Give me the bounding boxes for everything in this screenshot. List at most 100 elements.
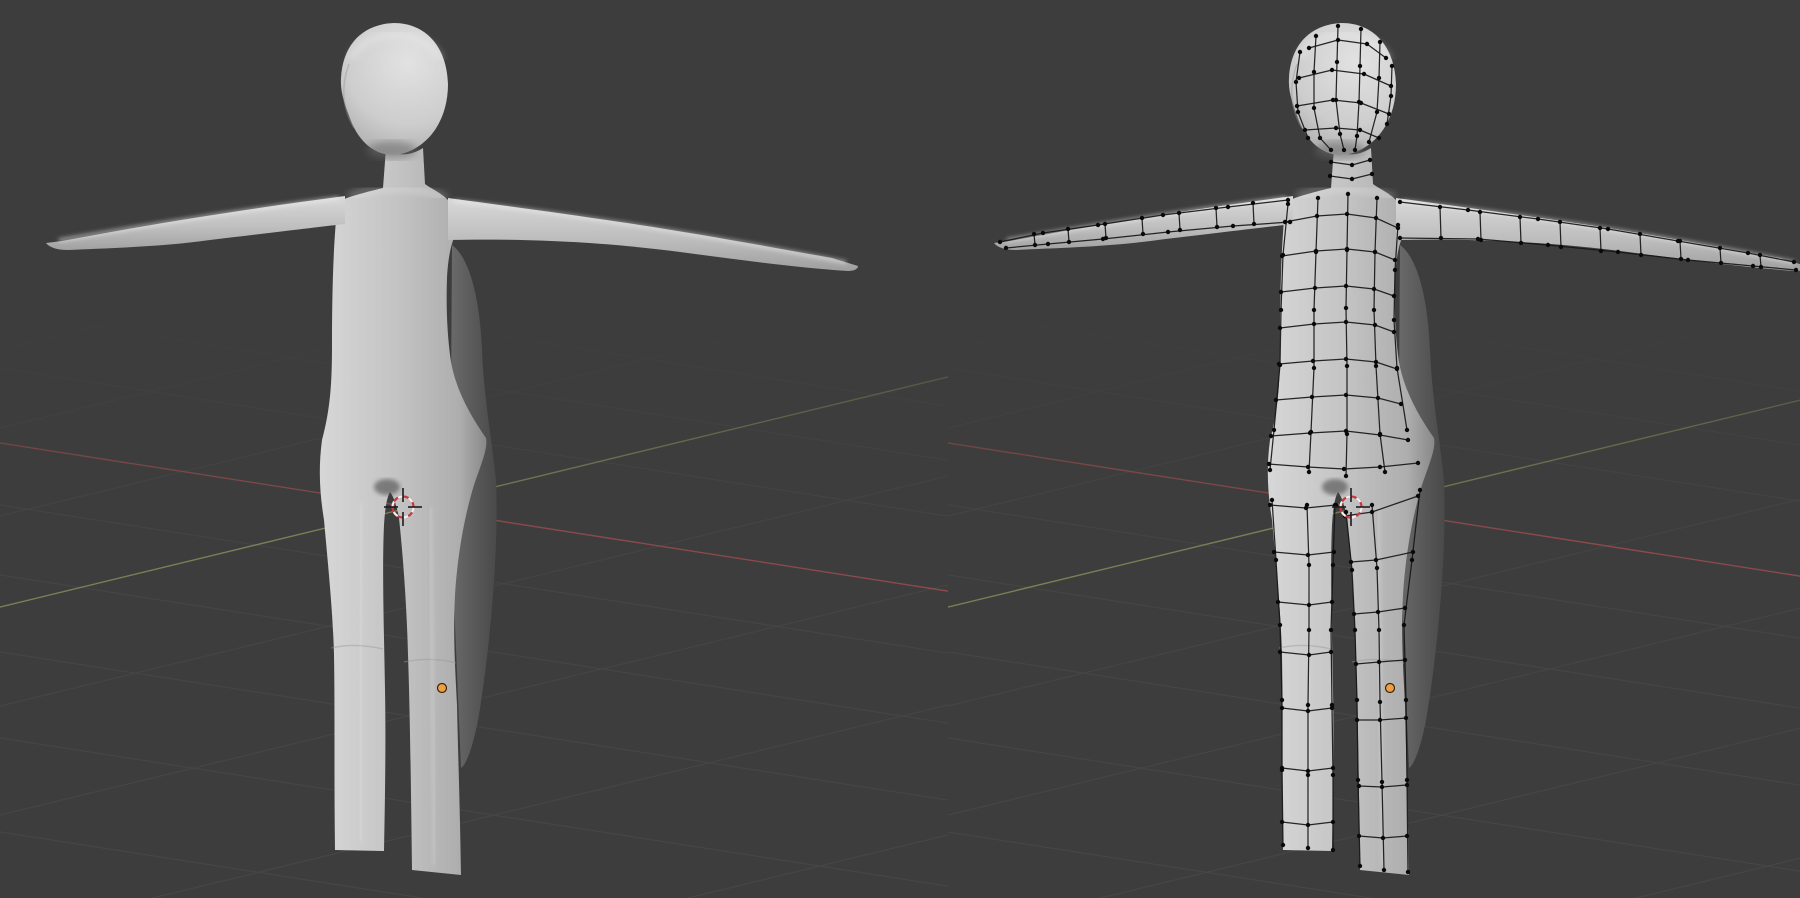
mesh-vertex[interactable] (1311, 359, 1315, 363)
mesh-vertex[interactable] (1303, 128, 1307, 132)
mesh-vertex[interactable] (1375, 110, 1379, 114)
mesh-vertex[interactable] (1398, 200, 1402, 204)
mesh-vertex[interactable] (1374, 360, 1378, 364)
mesh-vertex[interactable] (1214, 206, 1218, 210)
mesh-vertex[interactable] (1606, 227, 1610, 231)
mesh-vertex[interactable] (1372, 287, 1376, 291)
mesh-vertex[interactable] (1306, 465, 1310, 469)
mesh-vertex[interactable] (1280, 254, 1284, 258)
mesh-vertex[interactable] (1616, 250, 1620, 254)
mesh-vertex[interactable] (1758, 253, 1762, 257)
mesh-vertex[interactable] (1278, 623, 1282, 627)
mesh-vertex[interactable] (1312, 70, 1316, 74)
mesh-vertex[interactable] (1338, 132, 1342, 136)
mesh-vertex[interactable] (1387, 112, 1391, 116)
mesh-vertex[interactable] (1598, 226, 1602, 230)
mesh-vertex[interactable] (1344, 357, 1348, 361)
mesh-vertex[interactable] (1350, 163, 1354, 167)
mesh-vertex[interactable] (1329, 148, 1333, 152)
mesh-vertex[interactable] (1277, 362, 1281, 366)
mesh-vertex[interactable] (1350, 568, 1354, 572)
mesh-vertex[interactable] (1342, 148, 1346, 152)
mesh-vertex[interactable] (1177, 211, 1181, 215)
mesh-vertex[interactable] (1546, 243, 1550, 247)
mesh-vertex[interactable] (1372, 308, 1376, 312)
mesh-vertex[interactable] (1356, 778, 1360, 782)
mesh-vertex[interactable] (1032, 232, 1036, 236)
mesh-vertex[interactable] (1377, 76, 1381, 80)
mesh-vertex[interactable] (1404, 716, 1408, 720)
mesh-vertex[interactable] (1359, 27, 1363, 31)
mesh-vertex[interactable] (1392, 318, 1396, 322)
mesh-vertex[interactable] (1331, 848, 1335, 852)
mesh-vertex[interactable] (1373, 323, 1377, 327)
mesh-vertex[interactable] (1344, 474, 1348, 478)
mesh-vertex[interactable] (1370, 172, 1374, 176)
mesh-vertex[interactable] (1314, 34, 1318, 38)
mesh-vertex[interactable] (1358, 128, 1362, 132)
mesh-vertex[interactable] (1418, 488, 1422, 492)
mesh-vertex[interactable] (1345, 212, 1349, 216)
mesh-vertex[interactable] (1269, 434, 1273, 438)
mesh-vertex[interactable] (1313, 286, 1317, 290)
mesh-vertex[interactable] (1357, 784, 1361, 788)
mesh-vertex[interactable] (1404, 698, 1408, 702)
mesh-vertex[interactable] (1332, 550, 1336, 554)
mesh-vertex[interactable] (1166, 230, 1170, 234)
mesh-vertex[interactable] (1312, 366, 1316, 370)
mesh-vertex[interactable] (1329, 160, 1333, 164)
mesh-vertex[interactable] (1406, 870, 1410, 874)
mesh-vertex[interactable] (1096, 223, 1100, 227)
mesh-vertex[interactable] (1330, 600, 1334, 604)
mesh-vertex[interactable] (1751, 264, 1755, 268)
mesh-vertex[interactable] (1318, 136, 1322, 140)
mesh-vertex[interactable] (1297, 76, 1301, 80)
mesh-vertex[interactable] (1280, 820, 1284, 824)
mesh-vertex[interactable] (1403, 658, 1407, 662)
mesh-vertex[interactable] (1378, 700, 1382, 704)
mesh-vertex[interactable] (1355, 698, 1359, 702)
mesh-vertex[interactable] (1306, 769, 1310, 773)
mesh-vertex[interactable] (1331, 820, 1335, 824)
mesh-vertex[interactable] (1718, 246, 1722, 250)
mesh-vertex[interactable] (1393, 268, 1397, 272)
mesh-vertex[interactable] (1331, 773, 1335, 777)
mesh-vertex[interactable] (1393, 258, 1397, 262)
mesh-vertex[interactable] (1377, 628, 1381, 632)
mesh-vertex[interactable] (1335, 60, 1339, 64)
mesh-vertex[interactable] (1288, 220, 1292, 224)
mesh-vertex[interactable] (1384, 56, 1388, 60)
mesh-vertex[interactable] (1686, 258, 1690, 262)
mesh-vertex[interactable] (1405, 834, 1409, 838)
mesh-vertex[interactable] (1272, 550, 1276, 554)
mesh-vertex[interactable] (1344, 284, 1348, 288)
mesh-vertex[interactable] (1310, 395, 1314, 399)
mesh-vertex[interactable] (1307, 628, 1311, 632)
mesh-vertex[interactable] (1392, 294, 1396, 298)
mesh-vertex[interactable] (1272, 428, 1276, 432)
mesh-vertex[interactable] (1365, 42, 1369, 46)
mesh-vertex[interactable] (1416, 461, 1420, 465)
mesh-vertex[interactable] (1278, 650, 1282, 654)
mesh-vertex[interactable] (1307, 470, 1311, 474)
mesh-vertex[interactable] (1390, 64, 1394, 68)
3d-viewport-canvas[interactable] (0, 0, 1800, 898)
mesh-vertex[interactable] (1306, 136, 1310, 140)
mesh-vertex[interactable] (1406, 438, 1410, 442)
mesh-vertex[interactable] (1536, 217, 1540, 221)
mesh-vertex[interactable] (1405, 778, 1409, 782)
mesh-vertex[interactable] (1353, 148, 1357, 152)
mesh-vertex[interactable] (1312, 106, 1316, 110)
mesh-vertex[interactable] (1306, 703, 1310, 707)
mesh-vertex[interactable] (1215, 225, 1219, 229)
mesh-vertex[interactable] (1359, 101, 1363, 105)
mesh-vertex[interactable] (1280, 698, 1284, 702)
mesh-vertex[interactable] (1378, 40, 1382, 44)
mesh-vertex[interactable] (1268, 468, 1272, 472)
mesh-vertex[interactable] (1298, 50, 1302, 54)
mesh-vertex[interactable] (1367, 140, 1371, 144)
mesh-vertex[interactable] (1478, 210, 1482, 214)
mesh-vertex[interactable] (1278, 326, 1282, 330)
mesh-vertex[interactable] (1411, 550, 1415, 554)
mesh-vertex[interactable] (1399, 402, 1403, 406)
